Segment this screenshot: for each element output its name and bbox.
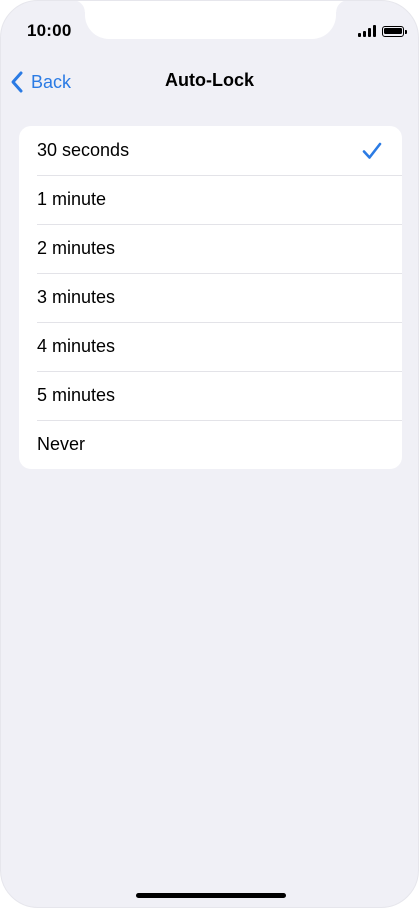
signal-icon bbox=[358, 25, 376, 37]
option-4-minutes[interactable]: 4 minutes bbox=[19, 322, 402, 371]
option-label: 1 minute bbox=[37, 189, 107, 209]
page-title: Auto-Lock bbox=[165, 70, 254, 90]
status-time: 10:00 bbox=[27, 21, 72, 40]
option-2-minutes[interactable]: 2 minutes bbox=[19, 224, 402, 273]
option-label: 5 minutes bbox=[37, 385, 116, 405]
option-3-minutes[interactable]: 3 minutes bbox=[19, 273, 402, 322]
option-label: 4 minutes bbox=[37, 336, 116, 356]
option-label: 3 minutes bbox=[37, 287, 116, 307]
option-never[interactable]: Never bbox=[19, 420, 402, 469]
auto-lock-options-list: 30 seconds 1 minute 2 minutes 3 minutes … bbox=[19, 126, 402, 469]
option-label: 30 seconds bbox=[37, 140, 130, 160]
option-5-minutes[interactable]: 5 minutes bbox=[19, 371, 402, 420]
device-notch bbox=[73, 1, 348, 39]
option-label: Never bbox=[37, 434, 86, 454]
status-indicators bbox=[358, 25, 407, 37]
option-1-minute[interactable]: 1 minute bbox=[19, 175, 402, 224]
option-label: 2 minutes bbox=[37, 238, 116, 258]
phone-screen: 10:00 Back Auto-Lock 30 seconds 1 minute bbox=[0, 0, 419, 908]
option-30-seconds[interactable]: 30 seconds bbox=[19, 126, 402, 175]
battery-icon bbox=[382, 25, 407, 37]
checkmark-icon bbox=[362, 142, 382, 159]
home-indicator[interactable] bbox=[136, 893, 286, 898]
